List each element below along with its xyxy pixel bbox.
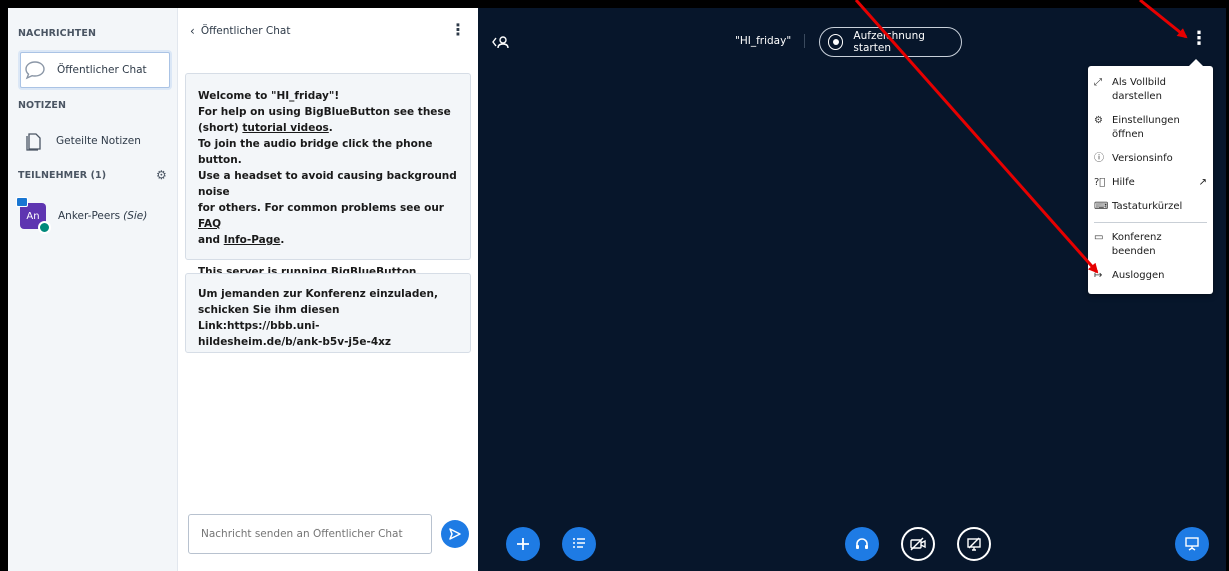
kebab-menu-icon[interactable]: ⋮ <box>1190 30 1208 48</box>
text: for others. For common problems see our <box>198 202 444 214</box>
options-dropdown: ⤢ Als Vollbild darstellen ⚙ Einstellungen… <box>1088 59 1213 294</box>
keyboard-icon: ⌨ <box>1094 201 1109 212</box>
help-icon: ?⃝ <box>1094 177 1106 188</box>
external-link-icon: ↗ <box>1198 177 1207 188</box>
presentation-button[interactable] <box>1175 527 1209 561</box>
menu-item-help[interactable]: ?⃝ Hilfe ↗ <box>1088 176 1213 190</box>
menu-item-shortcuts[interactable]: ⌨ Tastaturkürzel <box>1088 200 1213 214</box>
menu-item-settings[interactable]: ⚙ Einstellungen öffnen <box>1088 114 1213 142</box>
participant-name: Anker-Peers <box>58 210 121 222</box>
title-separator <box>804 34 805 48</box>
menu-label: Tastaturkürzel <box>1112 201 1183 212</box>
poll-button[interactable] <box>562 527 596 561</box>
microphone-icon <box>38 221 51 234</box>
welcome-line: for others. For common problems see our … <box>198 200 458 232</box>
invite-line: hildesheim.de/b/ank-b5v-j5e-4xz <box>198 336 392 348</box>
welcome-line: and Info-Page. <box>198 232 458 248</box>
text: (short) <box>198 122 243 134</box>
menu-label: Einstellungen <box>1112 115 1180 126</box>
fullscreen-icon: ⤢ <box>1094 77 1102 88</box>
record-button[interactable]: Aufzeichnung starten <box>819 27 962 57</box>
menu-label: öffnen <box>1112 129 1144 140</box>
welcome-line: Use a headset to avoid causing backgroun… <box>198 170 457 198</box>
menu-label: Ausloggen <box>1112 270 1165 281</box>
settings-icon: ⚙ <box>1094 115 1103 126</box>
chevron-left-icon[interactable]: ‹ <box>190 24 195 38</box>
chat-message-input[interactable] <box>188 514 432 554</box>
menu-label: Hilfe <box>1112 177 1135 188</box>
kebab-menu-icon[interactable]: ⋮ <box>450 20 466 39</box>
send-button[interactable] <box>441 520 469 548</box>
actions-plus-button[interactable] <box>506 527 540 561</box>
invite-line: schicken Sie ihm diesen Link:https://bbb… <box>198 304 340 332</box>
user-list-icon[interactable] <box>491 35 509 53</box>
invite-message: Um jemanden zur Konferenz einzuladen, sc… <box>185 273 471 353</box>
bbb-window: NACHRICHTEN Öffentlicher Chat NOTIZEN Ge… <box>8 8 1226 571</box>
menu-label: Konferenz beenden <box>1111 232 1162 257</box>
gear-icon[interactable]: ⚙ <box>156 168 167 182</box>
menu-divider <box>1094 222 1207 223</box>
invite-line: Um jemanden zur Konferenz einzuladen, <box>198 288 438 300</box>
sidebar: NACHRICHTEN Öffentlicher Chat NOTIZEN Ge… <box>8 8 178 571</box>
messages-section-title: NACHRICHTEN <box>18 28 97 39</box>
info-page-link[interactable]: Info-Page <box>224 234 281 246</box>
meeting-title: "HI_friday" <box>735 35 792 47</box>
camera-button[interactable] <box>901 527 935 561</box>
welcome-line: Welcome to "HI_friday"! <box>198 90 340 102</box>
participants-section-title: TEILNEHMER (1) <box>18 170 107 181</box>
poll-icon <box>573 538 585 548</box>
record-label: Aufzeichnung starten <box>853 30 925 54</box>
plus-icon <box>517 538 529 550</box>
welcome-line: For help on using BigBlueButton see thes… <box>198 106 451 118</box>
headphones-icon <box>856 538 868 549</box>
faq-link[interactable]: FAQ <box>198 218 221 230</box>
tutorial-videos-link[interactable]: tutorial videos <box>242 122 328 134</box>
sidebar-item-label: Öffentlicher Chat <box>57 64 147 76</box>
menu-label: Als Vollbild <box>1112 77 1166 88</box>
chat-panel: ‹ Öffentlicher Chat ⋮ Welcome to "HI_fri… <box>178 8 478 571</box>
chat-bubble-icon <box>21 60 49 80</box>
presentation-area: "HI_friday" Aufzeichnung starten ⋮ ⤢ Als… <box>478 8 1226 571</box>
sidebar-item-label: Geteilte Notizen <box>56 135 141 147</box>
screenshare-off-icon <box>967 537 981 551</box>
welcome-message: Welcome to "HI_friday"! For help on usin… <box>185 73 471 278</box>
end-meeting-icon: ▭ <box>1094 232 1104 243</box>
welcome-line: To join the audio bridge click the phone… <box>198 138 433 166</box>
menu-item-version[interactable]: ⓘ Versionsinfo <box>1088 152 1213 166</box>
audio-button[interactable] <box>845 527 879 561</box>
record-icon <box>828 34 844 50</box>
participant-self-tag: (Sie) <box>123 210 148 222</box>
screenshare-button[interactable] <box>957 527 991 561</box>
text: and <box>198 234 224 246</box>
menu-label: darstellen <box>1112 91 1162 102</box>
participant-row[interactable]: An Anker-Peers (Sie) <box>16 197 148 234</box>
sidebar-item-public-chat[interactable]: Öffentlicher Chat <box>20 52 170 88</box>
menu-item-logout[interactable]: ↦ Ausloggen <box>1088 269 1213 283</box>
menu-label: Versionsinfo <box>1112 153 1173 164</box>
chat-title: Öffentlicher Chat <box>200 25 291 37</box>
welcome-line: (short) tutorial videos. <box>198 120 458 136</box>
avatar-initials: An <box>26 210 40 222</box>
menu-item-fullscreen[interactable]: ⤢ Als Vollbild darstellen <box>1088 76 1213 104</box>
text: . <box>328 122 333 134</box>
presenter-icon <box>16 197 28 207</box>
sidebar-item-shared-notes[interactable]: Geteilte Notizen <box>20 123 170 159</box>
send-icon <box>449 528 461 540</box>
camera-off-icon <box>910 537 926 551</box>
notes-icon <box>20 131 48 151</box>
presentation-icon <box>1185 537 1199 551</box>
logout-icon: ↦ <box>1094 270 1103 281</box>
info-icon: ⓘ <box>1094 153 1104 164</box>
text: . <box>280 234 285 246</box>
notes-section-title: NOTIZEN <box>18 100 67 111</box>
menu-item-end-meeting[interactable]: ▭ Konferenz beenden <box>1088 231 1213 259</box>
chat-header[interactable]: ‹ Öffentlicher Chat <box>190 24 290 38</box>
avatar: An <box>16 197 51 234</box>
